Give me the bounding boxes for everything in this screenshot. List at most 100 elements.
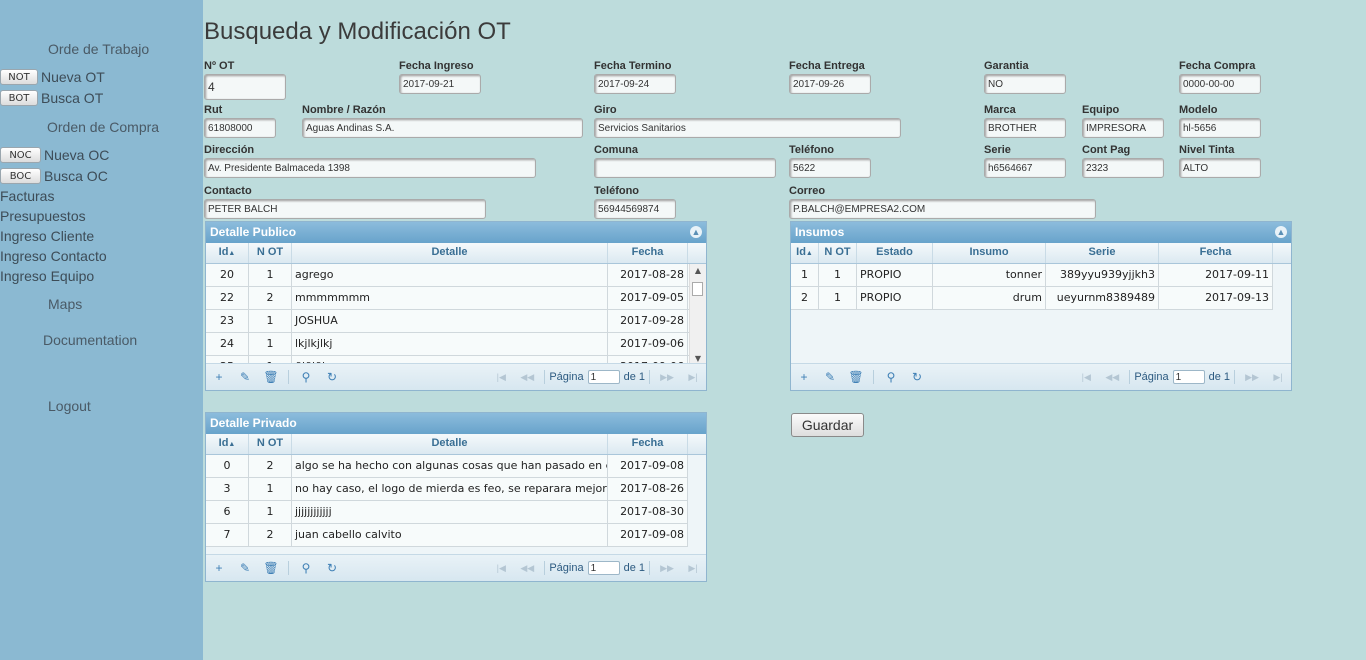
page-input[interactable]: 1: [587, 370, 620, 384]
column-header-fecha[interactable]: Fecha: [608, 243, 688, 263]
page-input[interactable]: 1: [587, 561, 620, 575]
nombre-input[interactable]: Aguas Andinas S.A.: [302, 118, 583, 138]
column-header-fecha[interactable]: Fecha: [1159, 243, 1273, 263]
nueva-ot-button[interactable]: NOT: [0, 69, 38, 85]
collapse-icon[interactable]: ▲: [690, 226, 702, 238]
refresh-icon[interactable]: ↻: [319, 370, 345, 384]
busca-ot-label[interactable]: Busca OT: [41, 90, 103, 106]
add-icon[interactable]: +: [791, 370, 817, 384]
column-header-not[interactable]: N OT: [249, 434, 292, 454]
refresh-icon[interactable]: ↻: [904, 370, 930, 384]
table-row[interactable]: 20 1 agrego 2017-08-28: [206, 264, 706, 287]
add-icon[interactable]: +: [206, 370, 232, 384]
serie-input[interactable]: h6564667: [984, 158, 1066, 178]
refresh-icon[interactable]: ↻: [319, 561, 345, 575]
column-header-not[interactable]: N OT: [249, 243, 292, 263]
column-header-detalle[interactable]: Detalle: [292, 243, 608, 263]
fecha-compra-input[interactable]: 0000-00-00: [1179, 74, 1261, 94]
prev-page-icon[interactable]: ◀◀: [514, 372, 540, 383]
next-page-icon[interactable]: ▶▶: [654, 372, 680, 383]
marca-input[interactable]: BROTHER: [984, 118, 1066, 138]
nueva-oc-label[interactable]: Nueva OC: [44, 147, 109, 163]
fecha-entrega-input[interactable]: 2017-09-26: [789, 74, 871, 94]
table-row[interactable]: 7 2 juan cabello calvito 2017-09-08: [206, 524, 688, 547]
fecha-termino-input[interactable]: 2017-09-24: [594, 74, 676, 94]
delete-icon[interactable]: 🗑: [258, 561, 284, 575]
equipo-input[interactable]: IMPRESORA: [1082, 118, 1164, 138]
search-icon[interactable]: ⚲: [293, 561, 319, 575]
scroll-thumb[interactable]: [692, 282, 703, 296]
fecha-ingreso-input[interactable]: 2017-09-21: [399, 74, 481, 94]
correo-input[interactable]: P.BALCH@EMPRESA2.COM: [789, 199, 1096, 219]
scroll-down-icon[interactable]: ▼: [690, 354, 706, 363]
sidebar-item-ingreso-cliente[interactable]: Ingreso Cliente: [0, 228, 94, 244]
last-page-icon[interactable]: ▶|: [1265, 372, 1291, 383]
column-header-insumo[interactable]: Insumo: [933, 243, 1046, 263]
sidebar-item-nueva-oc[interactable]: NOC Nueva OC: [0, 146, 109, 164]
cont-pag-input[interactable]: 2323: [1082, 158, 1164, 178]
table-row[interactable]: 23 1 JOSHUA 2017-09-28: [206, 310, 706, 333]
sidebar-item-busca-ot[interactable]: BOT Busca OT: [0, 89, 103, 107]
add-icon[interactable]: +: [206, 561, 232, 575]
first-page-icon[interactable]: |◀: [488, 563, 514, 574]
column-header-serie[interactable]: Serie: [1046, 243, 1159, 263]
column-header-id[interactable]: Id▲: [206, 243, 249, 263]
sidebar-item-facturas[interactable]: Facturas: [0, 188, 54, 204]
edit-icon[interactable]: ✎: [232, 370, 258, 384]
sidebar-item-ingreso-equipo[interactable]: Ingreso Equipo: [0, 268, 94, 284]
save-button[interactable]: Guardar: [791, 413, 864, 437]
nueva-ot-label[interactable]: Nueva OT: [41, 69, 105, 85]
delete-icon[interactable]: 🗑: [258, 370, 284, 384]
column-header-not[interactable]: N OT: [819, 243, 857, 263]
prev-page-icon[interactable]: ◀◀: [1099, 372, 1125, 383]
first-page-icon[interactable]: |◀: [1073, 372, 1099, 383]
sidebar-item-ingreso-contacto[interactable]: Ingreso Contacto: [0, 248, 107, 264]
edit-icon[interactable]: ✎: [817, 370, 843, 384]
next-page-icon[interactable]: ▶▶: [654, 563, 680, 574]
nivel-tinta-input[interactable]: ALTO: [1179, 158, 1261, 178]
first-page-icon[interactable]: |◀: [488, 372, 514, 383]
last-page-icon[interactable]: ▶|: [680, 563, 706, 574]
column-header-fecha[interactable]: Fecha: [608, 434, 688, 454]
rut-input[interactable]: 61808000: [204, 118, 276, 138]
search-icon[interactable]: ⚲: [878, 370, 904, 384]
next-page-icon[interactable]: ▶▶: [1239, 372, 1265, 383]
garantia-input[interactable]: NO: [984, 74, 1066, 94]
table-row[interactable]: 6 1 jjjjjjjjjjjj 2017-08-30: [206, 501, 688, 524]
column-header-id[interactable]: Id▲: [206, 434, 249, 454]
table-row[interactable]: 22 2 mmmmmmm 2017-09-05: [206, 287, 706, 310]
modelo-input[interactable]: hl-5656: [1179, 118, 1261, 138]
column-header-estado[interactable]: Estado: [857, 243, 933, 263]
vertical-scrollbar[interactable]: ▲ ▼: [689, 264, 706, 365]
telefono-input[interactable]: 5622: [789, 158, 871, 178]
sidebar-item-nueva-ot[interactable]: NOT Nueva OT: [0, 68, 105, 86]
scroll-up-icon[interactable]: ▲: [690, 266, 706, 275]
nueva-oc-button[interactable]: NOC: [0, 147, 41, 163]
n-ot-input[interactable]: 4: [204, 74, 286, 100]
contacto-input[interactable]: PETER BALCH: [204, 199, 486, 219]
edit-icon[interactable]: ✎: [232, 561, 258, 575]
table-row[interactable]: 2 1 PROPIO drum ueyurnm8389489 2017-09-1…: [791, 287, 1273, 310]
page-input[interactable]: 1: [1172, 370, 1205, 384]
table-row[interactable]: 24 1 lkjlkjlkj 2017-09-06: [206, 333, 706, 356]
table-row[interactable]: 1 1 PROPIO tonner 389yyu939yjjkh3 2017-0…: [791, 264, 1273, 287]
direccion-input[interactable]: Av. Presidente Balmaceda 1398: [204, 158, 536, 178]
collapse-icon[interactable]: ▲: [1275, 226, 1287, 238]
search-icon[interactable]: ⚲: [293, 370, 319, 384]
table-row[interactable]: 3 1 no hay caso, el logo de mierda es fe…: [206, 478, 688, 501]
giro-input[interactable]: Servicios Sanitarios: [594, 118, 901, 138]
busca-ot-button[interactable]: BOT: [0, 90, 38, 106]
last-page-icon[interactable]: ▶|: [680, 372, 706, 383]
column-header-id[interactable]: Id▲: [791, 243, 819, 263]
sidebar-item-maps[interactable]: Maps: [48, 296, 82, 312]
table-row[interactable]: 0 2 algo se ha hecho con algunas cosas q…: [206, 455, 688, 478]
sidebar-item-busca-oc[interactable]: BOC Busca OC: [0, 167, 108, 185]
delete-icon[interactable]: 🗑: [843, 370, 869, 384]
sidebar-item-documentation[interactable]: Documentation: [43, 332, 137, 348]
comuna-input[interactable]: [594, 158, 776, 178]
busca-oc-label[interactable]: Busca OC: [44, 168, 108, 184]
sidebar-item-logout[interactable]: Logout: [48, 398, 91, 414]
telefono-contacto-input[interactable]: 56944569874: [594, 199, 676, 219]
busca-oc-button[interactable]: BOC: [0, 168, 41, 184]
sidebar-item-presupuestos[interactable]: Presupuestos: [0, 208, 86, 224]
